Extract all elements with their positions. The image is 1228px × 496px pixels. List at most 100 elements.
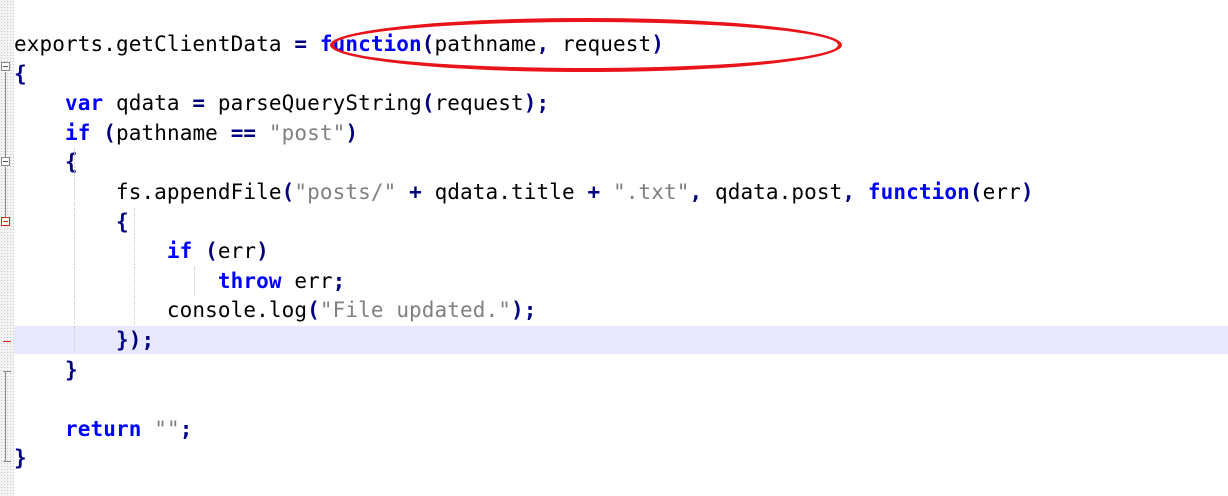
- code-line[interactable]: }: [14, 444, 1228, 472]
- code-token: (: [969, 180, 983, 204]
- code-line[interactable]: });: [14, 326, 1228, 354]
- code-token: pathname: [115, 120, 231, 145]
- code-token: ,: [842, 180, 868, 204]
- code-line[interactable]: console.log("File updated.");: [14, 296, 1228, 325]
- indent-guide: [134, 296, 135, 325]
- code-token: ;: [179, 416, 193, 441]
- indent-guide: [134, 207, 135, 236]
- indent-guide: [74, 266, 75, 295]
- code-token: "posts/": [294, 180, 397, 204]
- code-token: qdata.post: [714, 180, 843, 204]
- code-token: (: [281, 180, 295, 204]
- indent-guide: [74, 237, 75, 266]
- code-area[interactable]: exports.getClientData = function(pathnam…: [14, 0, 1228, 496]
- fold-margin[interactable]: [0, 0, 14, 496]
- fold-end-marker: [3, 461, 11, 462]
- code-token: (: [421, 91, 435, 116]
- code-token: (: [192, 239, 218, 264]
- code-line[interactable]: var qdata = parseQueryString(request);: [14, 89, 1228, 117]
- code-line[interactable]: {: [14, 148, 1228, 177]
- code-token: parseQueryString: [217, 91, 422, 116]
- code-token: ".txt": [612, 180, 690, 204]
- code-token: {: [14, 61, 27, 86]
- code-token: ,: [536, 32, 562, 56]
- code-token: {: [115, 209, 129, 234]
- code-line[interactable]: exports.getClientData = function(pathnam…: [14, 30, 1228, 58]
- indent-guide: [74, 296, 75, 325]
- code-token: (: [421, 32, 435, 56]
- code-token: if: [64, 120, 91, 145]
- code-token: (: [90, 120, 116, 145]
- code-line[interactable]: throw err;: [14, 266, 1228, 295]
- code-editor[interactable]: exports.getClientData = function(pathnam…: [0, 0, 1228, 496]
- code-token: if: [166, 239, 193, 264]
- code-token: request: [434, 91, 524, 116]
- indent-guide: [74, 148, 75, 177]
- code-line[interactable]: {: [14, 60, 1228, 88]
- code-token: console.log: [166, 298, 308, 323]
- code-line[interactable]: [14, 385, 1228, 413]
- code-token: "post": [268, 120, 346, 145]
- code-line[interactable]: {: [14, 207, 1228, 236]
- indent-guide: [74, 326, 75, 354]
- fold-collapse-icon[interactable]: [1, 62, 10, 71]
- indent-guide: [74, 207, 75, 236]
- fold-guide-line: [5, 72, 6, 162]
- fold-end-marker: [3, 341, 11, 342]
- code-token: function: [867, 180, 970, 204]
- code-line[interactable]: if (pathname == "post"): [14, 119, 1228, 147]
- code-token: ): [256, 239, 269, 264]
- code-token: ): [345, 120, 359, 145]
- code-token: {: [64, 150, 78, 175]
- code-token: ): [1020, 180, 1034, 204]
- code-line[interactable]: }: [14, 356, 1228, 384]
- code-token: throw: [217, 268, 282, 293]
- fold-collapse-icon[interactable]: [1, 157, 10, 166]
- indent-guide: [74, 178, 75, 206]
- indent-guide: [194, 266, 195, 295]
- code-token: qdata: [103, 91, 193, 116]
- code-token: fs.appendFile: [115, 180, 282, 204]
- code-token: =: [281, 32, 320, 56]
- code-token: );: [523, 91, 550, 116]
- code-token: +: [587, 180, 613, 204]
- code-token: );: [511, 298, 537, 323]
- code-line[interactable]: if (err): [14, 237, 1228, 266]
- code-token: "": [154, 416, 180, 441]
- indent-guide: [134, 237, 135, 266]
- code-token: }: [64, 357, 78, 382]
- code-token: request: [562, 32, 652, 56]
- code-token: return: [64, 416, 142, 441]
- code-token: err: [982, 180, 1021, 204]
- code-token: err: [281, 268, 333, 293]
- code-token: "File updated.": [319, 298, 512, 323]
- fold-collapse-icon[interactable]: [1, 217, 10, 226]
- code-token: pathname: [434, 32, 537, 56]
- code-line[interactable]: return "";: [14, 415, 1228, 443]
- code-token: +: [396, 180, 435, 204]
- code-token: (: [307, 298, 320, 323]
- code-token: =: [192, 91, 218, 116]
- code-token: qdata.title: [434, 180, 588, 204]
- code-token: exports.getClientData: [14, 32, 282, 56]
- code-token: });: [115, 328, 155, 352]
- code-token: ;: [332, 268, 346, 293]
- code-token: function: [319, 32, 422, 56]
- code-token: ): [651, 32, 664, 56]
- indent-guide: [134, 266, 135, 295]
- fold-guide-line: [5, 167, 6, 217]
- code-line[interactable]: fs.appendFile("posts/" + qdata.title + "…: [14, 178, 1228, 206]
- code-token: var: [64, 91, 104, 116]
